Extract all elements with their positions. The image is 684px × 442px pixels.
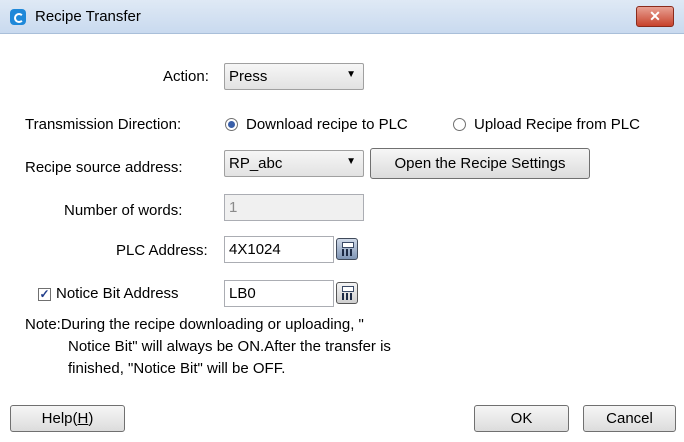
note-line: Notice Bit" will always be ON.After the … [68, 338, 391, 355]
note-line: finished, "Notice Bit" will be OFF. [68, 360, 286, 377]
note-line: Note:During the recipe downloading or up… [25, 316, 364, 333]
upload-option-label[interactable]: Upload Recipe from PLC [474, 116, 640, 133]
ok-button[interactable]: OK [474, 405, 569, 432]
recipe-source-label: Recipe source address: [25, 159, 183, 176]
action-dropdown[interactable]: Press ▼ [224, 63, 364, 90]
plc-address-field[interactable]: 4X1024 [224, 236, 334, 263]
notice-bit-field[interactable]: LB0 [224, 280, 334, 307]
help-button[interactable]: Help(H) [10, 405, 125, 432]
action-label: Action: [163, 68, 209, 85]
number-of-words-value: 1 [229, 199, 238, 216]
chevron-down-icon: ▼ [346, 69, 356, 80]
close-button[interactable]: ✕ [636, 6, 674, 27]
transmission-direction-label: Transmission Direction: [25, 116, 182, 133]
help-label-suffix: ) [88, 410, 94, 427]
recipe-source-dropdown[interactable]: RP_abc ▼ [224, 150, 364, 177]
plc-address-label: PLC Address: [116, 242, 208, 259]
window-title: Recipe Transfer [35, 8, 141, 25]
number-of-words-label: Number of words: [64, 202, 183, 219]
recipe-source-value: RP_abc [229, 155, 283, 172]
notice-bit-keypad-button[interactable] [336, 282, 358, 304]
download-option-label[interactable]: Download recipe to PLC [246, 116, 408, 133]
cancel-button[interactable]: Cancel [583, 405, 676, 432]
chevron-down-icon: ▼ [346, 156, 356, 167]
notice-bit-label: Notice Bit Address [56, 285, 179, 302]
help-accelerator-key: H [77, 410, 89, 427]
plc-address-value: 4X1024 [229, 241, 281, 258]
notice-bit-checkbox[interactable]: ✓ [38, 288, 51, 301]
number-of-words-field: 1 [224, 194, 364, 221]
title-bar: Recipe Transfer ✕ [0, 0, 684, 34]
upload-radio[interactable] [453, 118, 466, 131]
action-value: Press [229, 68, 268, 85]
plc-address-keypad-button[interactable] [336, 238, 358, 260]
note-text: Note:During the recipe downloading or up… [25, 314, 391, 380]
open-recipe-settings-button[interactable]: Open the Recipe Settings [370, 148, 590, 179]
help-label-prefix: Help( [41, 410, 78, 427]
app-icon [10, 9, 26, 25]
download-radio[interactable] [225, 118, 238, 131]
notice-bit-value: LB0 [229, 285, 256, 302]
close-icon: ✕ [649, 8, 661, 24]
